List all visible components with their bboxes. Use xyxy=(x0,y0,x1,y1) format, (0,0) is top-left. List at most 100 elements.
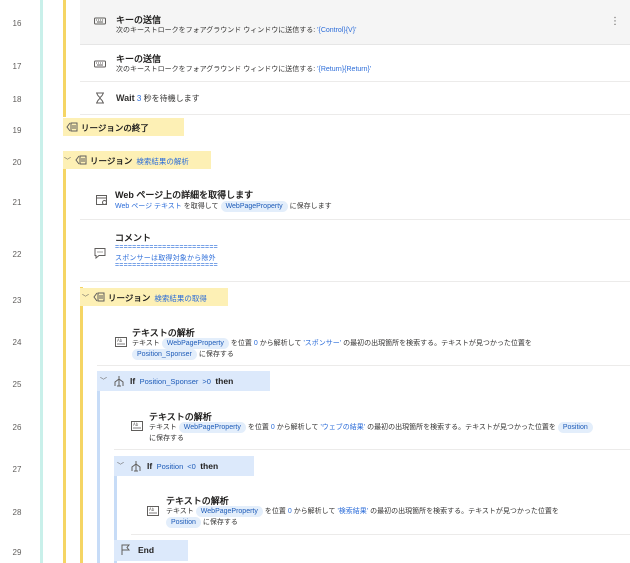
chevron-down-icon[interactable]: ﹀ xyxy=(82,293,89,303)
region-keyword: リージョン xyxy=(90,156,133,166)
comment-icon xyxy=(94,247,106,259)
description-text: から解析して xyxy=(293,508,336,515)
line-number: 28 xyxy=(12,508,22,517)
action-description: Wait 3 秒を待機します xyxy=(116,93,200,104)
if-branch-icon xyxy=(130,460,142,472)
line-number: 19 xyxy=(12,126,22,135)
if-condition: If Position <0 then xyxy=(147,461,218,471)
description-text: の最初の出現箇所を検索する。テキストが見つかった位置を xyxy=(367,424,556,431)
description-text: 次のキーストロークをフォアグラウンド ウィンドウに送信する: xyxy=(116,27,318,34)
gutter-accent-line xyxy=(40,0,43,563)
condition-operator: <0 xyxy=(187,462,196,471)
hourglass-icon xyxy=(94,92,106,104)
region-icon xyxy=(75,154,87,166)
action-get-web-details[interactable]: Web ページ上の詳細を取得します Web ページ テキスト を取得して WebP… xyxy=(80,180,630,220)
action-parse-text[interactable]: Ab テキストの解析 テキスト WebPageProperty を位置 0 から解析… xyxy=(97,314,630,366)
region-end-label: リージョンの終了 xyxy=(81,123,149,133)
line-number: 23 xyxy=(12,296,22,305)
description-text: の最初の出現箇所を検索する。テキストが見つかった位置を xyxy=(343,340,532,347)
action-send-keys[interactable]: キーの送信 次のキーストロークをフォアグラウンド ウィンドウに送信する: '{C… xyxy=(80,0,630,45)
region-icon xyxy=(66,121,78,133)
action-description-cont: Position に保存する xyxy=(166,517,238,528)
if-block[interactable]: ﹀ If Position <0 then xyxy=(114,456,254,476)
action-title: コメント xyxy=(115,233,152,243)
description-text: から解析して xyxy=(276,424,319,431)
line-number: 27 xyxy=(12,465,22,474)
action-description-cont: Position_Sponser に保存する xyxy=(132,349,234,360)
region-rail xyxy=(80,287,83,563)
svg-text:Ab: Ab xyxy=(149,507,155,512)
search-text-value: '検索結果' xyxy=(337,508,369,515)
region-label: リージョン 検索結果の解析 xyxy=(90,155,189,167)
region-end-block[interactable]: リージョンの終了 xyxy=(63,118,184,136)
action-title: Web ページ上の詳細を取得します xyxy=(115,190,254,200)
description-text: を位置 xyxy=(264,508,286,515)
svg-text:Ab: Ab xyxy=(133,422,139,427)
if-rail xyxy=(97,372,100,563)
line-number: 17 xyxy=(12,62,22,71)
line-number: 21 xyxy=(12,198,22,207)
line-number: 16 xyxy=(12,19,22,28)
line-number: 25 xyxy=(12,380,22,389)
if-block[interactable]: ﹀ If Position_Sponser >0 then xyxy=(97,371,270,391)
region-block-get[interactable]: ﹀ リージョン 検索結果の取得 xyxy=(80,288,228,306)
action-description: 次のキーストロークをフォアグラウンド ウィンドウに送信する: '{Return}… xyxy=(116,64,371,74)
action-description: Web ページ テキスト を取得して WebPageProperty に保存します xyxy=(115,201,332,212)
web-page-icon xyxy=(96,194,108,206)
region-icon xyxy=(93,291,105,303)
variable-pill: WebPageProperty xyxy=(220,201,288,212)
description-text: テキスト xyxy=(149,424,177,431)
variable-pill: Position_Sponser xyxy=(139,377,199,386)
keyboard-icon xyxy=(94,58,106,70)
region-block-parse[interactable]: ﹀ リージョン 検索結果の解析 xyxy=(63,151,211,169)
description-text: テキスト xyxy=(166,508,194,515)
search-text-value: 'ウェブの結果' xyxy=(320,424,366,431)
line-number: 22 xyxy=(12,250,22,259)
description-text: を位置 xyxy=(247,424,269,431)
line-number: 20 xyxy=(12,158,22,167)
line-number: 26 xyxy=(12,423,22,432)
wait-seconds: 3 xyxy=(136,94,142,103)
search-text-value: 'スポンサー' xyxy=(303,340,342,347)
variable-pill: Position xyxy=(166,517,201,528)
region-rail xyxy=(63,152,66,563)
if-condition: If Position_Sponser >0 then xyxy=(130,376,233,386)
keystroke-value: '{Return}{Return}' xyxy=(317,66,372,73)
action-description-cont: に保存する xyxy=(149,433,184,443)
chevron-down-icon[interactable]: ﹀ xyxy=(100,376,107,386)
more-options-icon[interactable]: ⋮ xyxy=(610,16,620,27)
description-text: を取得して xyxy=(183,203,219,210)
region-name: 検索結果の取得 xyxy=(154,294,207,303)
variable-pill: WebPageProperty xyxy=(161,338,229,349)
line-number: 29 xyxy=(12,548,22,557)
condition-operator: >0 xyxy=(202,377,211,386)
end-block[interactable]: End xyxy=(114,540,188,561)
line-number: 18 xyxy=(12,95,22,104)
action-parse-text[interactable]: Ab テキストの解析 テキスト WebPageProperty を位置 0 から解析… xyxy=(131,483,630,535)
action-parse-text[interactable]: Ab テキストの解析 テキスト WebPageProperty を位置 0 から解析… xyxy=(114,398,630,450)
region-name: 検索結果の解析 xyxy=(136,157,189,166)
position-value: 0 xyxy=(253,340,258,347)
action-description: テキスト WebPageProperty を位置 0 から解析して 'ウェブの結果'… xyxy=(149,422,595,433)
svg-text:Ab: Ab xyxy=(117,338,123,343)
description-text: に保存する xyxy=(149,435,184,442)
action-comment[interactable]: コメント ======================== スポンサーは取得対象… xyxy=(80,220,630,282)
description-text: の最初の出現箇所を検索する。テキストが見つかった位置を xyxy=(370,508,559,515)
chevron-down-icon[interactable]: ﹀ xyxy=(117,461,124,471)
description-text: 次のキーストロークをフォアグラウンド ウィンドウに送信する: xyxy=(116,66,318,73)
if-keyword: If xyxy=(147,461,153,471)
if-branch-icon xyxy=(113,375,125,387)
description-text: に保存する xyxy=(198,351,234,358)
line-number: 24 xyxy=(12,338,22,347)
action-send-keys[interactable]: キーの送信 次のキーストロークをフォアグラウンド ウィンドウに送信する: '{R… xyxy=(80,45,630,82)
action-title: Wait xyxy=(116,93,135,103)
parse-text-icon: Ab xyxy=(131,420,143,432)
property-link: Web ページ テキスト xyxy=(115,203,182,210)
end-label: End xyxy=(138,545,155,555)
action-description: テキスト WebPageProperty を位置 0 から解析して '検索結果' の… xyxy=(166,506,559,517)
then-keyword: then xyxy=(200,461,219,471)
chevron-down-icon[interactable]: ﹀ xyxy=(64,156,71,166)
line-number-gutter: 16 17 18 19 20 21 22 23 24 25 26 27 28 2… xyxy=(0,0,43,563)
action-wait[interactable]: Wait 3 秒を待機します xyxy=(80,82,630,115)
action-description: 次のキーストロークをフォアグラウンド ウィンドウに送信する: '{Control… xyxy=(116,25,356,35)
